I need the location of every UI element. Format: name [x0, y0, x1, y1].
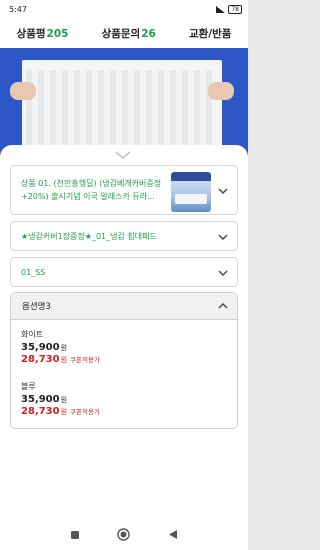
- nav-home-button[interactable]: [117, 528, 131, 542]
- chevron-down-icon: [115, 151, 131, 159]
- option-item-name: 블루: [21, 382, 36, 391]
- tab-reviews[interactable]: 상품평205: [17, 26, 69, 41]
- gift-option-select[interactable]: ★냉감커버1장증정★_01_냉감 침대패드: [10, 221, 238, 251]
- option-item-coupon-price: 28,730원 쿠폰적용가: [21, 406, 100, 417]
- square-recents-icon: [70, 530, 79, 539]
- product-image: [0, 48, 248, 160]
- option-coupon-value: 28,730: [21, 354, 60, 365]
- option-price-currency: 원: [60, 396, 68, 404]
- color-option-title: 옵션명3: [22, 302, 51, 312]
- status-bar: 5:47 78: [0, 0, 248, 18]
- hand-right: [208, 82, 234, 100]
- tab-exchange[interactable]: 교환/반품: [189, 26, 231, 41]
- tab-inquiries-label: 상품문의: [101, 27, 141, 40]
- tab-reviews-count: 205: [46, 27, 69, 40]
- chevron-down-icon: [218, 234, 228, 240]
- chevron-up-icon: [218, 303, 228, 309]
- option-coupon-currency: 원: [60, 356, 68, 364]
- color-option-header[interactable]: 옵션명3: [11, 293, 237, 320]
- thumbnail-banner: [171, 172, 211, 181]
- status-time: 5:47: [9, 4, 27, 14]
- option-item-name: 화이트: [21, 330, 44, 339]
- sheet-handle[interactable]: [113, 151, 133, 161]
- option-item-price: 35,900원: [21, 342, 67, 353]
- tab-inquiries[interactable]: 상품문의26: [102, 26, 156, 41]
- product-option-select[interactable]: 상품 01. (천만흥행딜) (냉감베개커버증정+20%) 출시기념 이국 알래…: [10, 165, 238, 215]
- triangle-back-icon: [169, 530, 178, 539]
- option-item-coupon-price: 28,730원 쿠폰적용가: [21, 354, 100, 365]
- product-tabs: 상품평205 상품문의26 교환/반품: [0, 18, 248, 48]
- option-item-price: 35,900원: [21, 394, 67, 405]
- product-option-label: 상품 01. (천만흥행딜) (냉감베개커버증정+20%) 출시기념 이국 알래…: [21, 179, 162, 201]
- size-option-select[interactable]: 01_SS: [10, 257, 238, 287]
- chevron-down-icon: [218, 188, 228, 194]
- hand-left: [10, 82, 36, 100]
- option-price-currency: 원: [60, 344, 68, 352]
- nav-back-button[interactable]: [166, 528, 180, 542]
- tab-inquiries-count: 26: [141, 27, 156, 40]
- gift-option-label: ★냉감커버1장증정★_01_냉감 침대패드: [21, 232, 157, 241]
- chevron-down-icon: [218, 270, 228, 276]
- product-thumbnail: [171, 172, 211, 212]
- signal-icon: [216, 5, 226, 13]
- tab-exchange-label: 교환/반품: [188, 27, 232, 40]
- option-item-white[interactable]: 화이트 35,900원 28,730원 쿠폰적용가: [11, 329, 237, 379]
- nav-recents-button[interactable]: [68, 528, 82, 542]
- status-icons: 78: [216, 4, 242, 14]
- system-nav-bar: [0, 519, 248, 550]
- coupon-label: 쿠폰적용가: [70, 356, 100, 364]
- option-item-blue[interactable]: 블루 35,900원 28,730원 쿠폰적용가: [11, 381, 237, 428]
- tab-reviews-label: 상품평: [16, 27, 46, 40]
- color-option-list: 옵션명3 화이트 35,900원 28,730원 쿠폰적용가 블루 35,900원…: [10, 292, 238, 429]
- circle-home-icon: [117, 528, 131, 541]
- option-price-value: 35,900: [21, 342, 60, 353]
- option-price-value: 35,900: [21, 394, 60, 405]
- option-coupon-currency: 원: [60, 408, 68, 416]
- coupon-label: 쿠폰적용가: [70, 408, 100, 416]
- thumbnail-bed: [175, 194, 207, 204]
- battery-icon: 78: [228, 4, 242, 14]
- size-option-label: 01_SS: [21, 268, 46, 277]
- option-coupon-value: 28,730: [21, 406, 60, 417]
